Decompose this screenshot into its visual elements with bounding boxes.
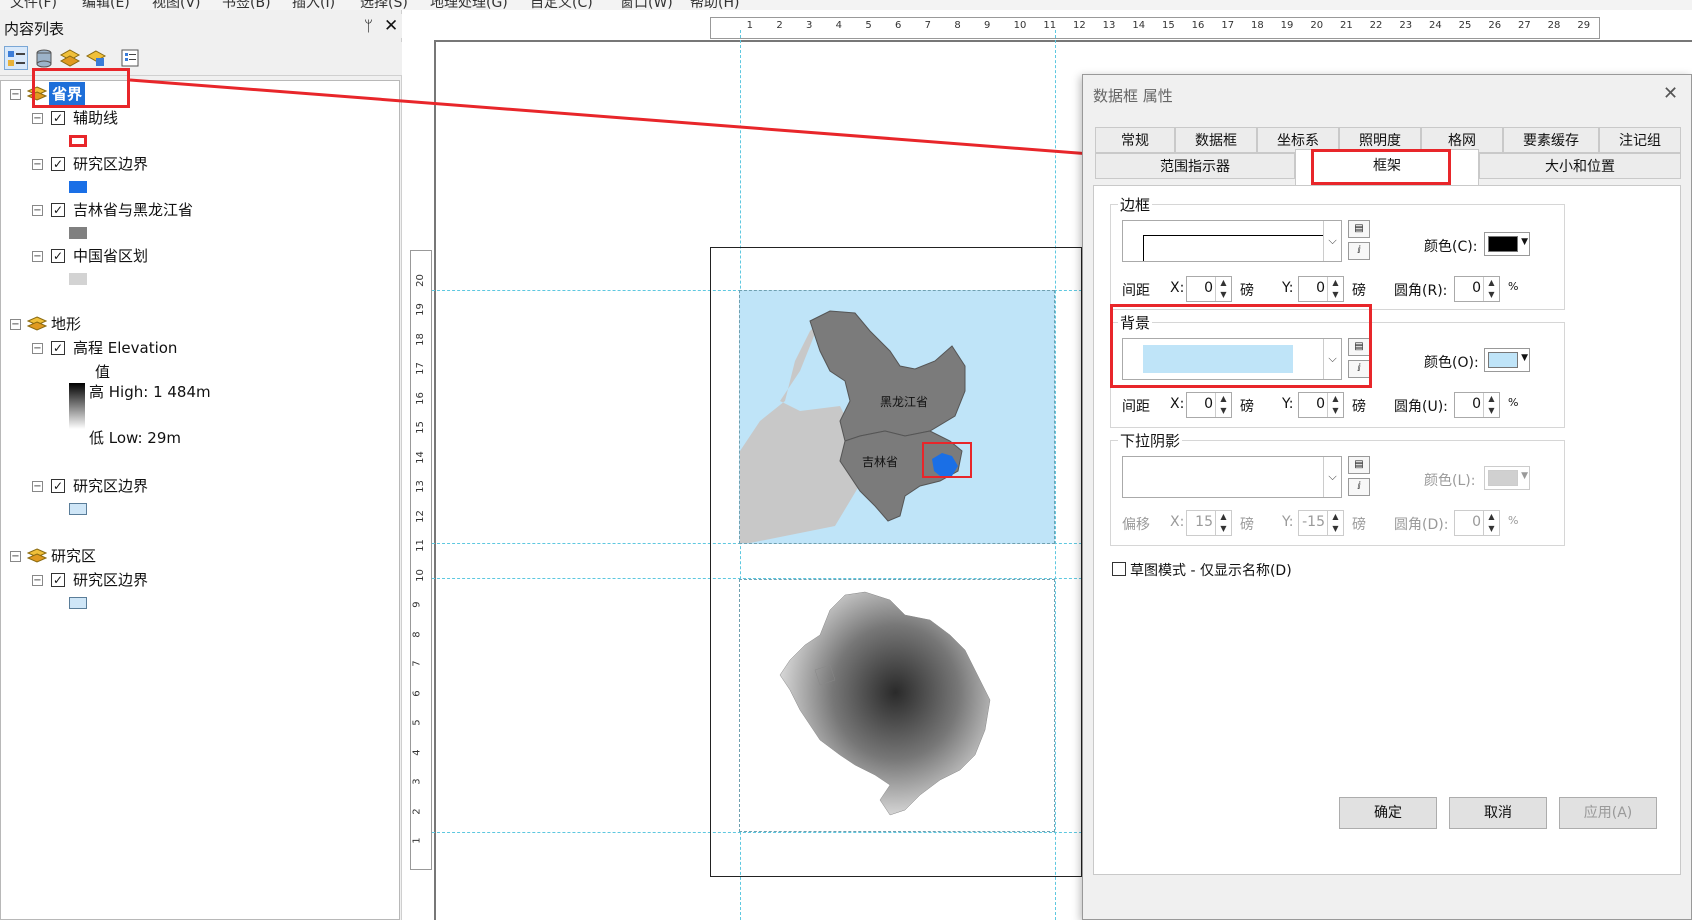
background-unit-y: 磅	[1352, 399, 1366, 415]
spin-updown-icon[interactable]: ▲ ▼	[1327, 277, 1343, 301]
border-group-title: 边框	[1118, 194, 1153, 215]
shadow-offset-label: 偏移	[1122, 517, 1150, 533]
shadow-symbol-selector-icon[interactable]: ▤	[1348, 456, 1370, 474]
border-color-label: 颜色(C):	[1424, 239, 1478, 255]
shadow-corner-value: 0	[1472, 514, 1481, 530]
shadow-y-value: -15	[1302, 514, 1325, 530]
border-y-label: Y:	[1282, 280, 1294, 296]
border-y-value: 0	[1316, 280, 1325, 296]
shadow-unit-x: 磅	[1240, 517, 1254, 533]
border-corner-value: 0	[1472, 280, 1481, 296]
shadow-x-offset-input: 15 ▲ ▼	[1186, 510, 1232, 536]
ok-button[interactable]: 确定	[1339, 797, 1437, 829]
background-gap-label: 间距	[1122, 399, 1150, 415]
shadow-style-combo[interactable]: ⌵	[1122, 456, 1342, 498]
border-symbol-selector-icon[interactable]: ▤	[1348, 220, 1370, 238]
chevron-down-icon: ▼	[1521, 237, 1528, 247]
tab-extent-indicators[interactable]: 范围指示器	[1095, 153, 1295, 179]
border-color-swatch	[1488, 236, 1518, 252]
cancel-button[interactable]: 取消	[1449, 797, 1547, 829]
border-style-combo[interactable]: ⌵	[1122, 220, 1342, 262]
spin-updown-icon[interactable]: ▲ ▼	[1327, 393, 1343, 417]
shadow-color-label: 颜色(L):	[1424, 473, 1476, 489]
background-corner-input[interactable]: 0 ▲ ▼	[1454, 392, 1500, 418]
shadow-color-swatch	[1488, 470, 1518, 486]
spin-updown-icon[interactable]: ▲ ▼	[1215, 393, 1231, 417]
chevron-down-icon[interactable]: ⌵	[1323, 221, 1341, 261]
shadow-corner-input: 0 ▲ ▼	[1454, 510, 1500, 536]
border-corner-label: 圆角(R):	[1394, 283, 1448, 299]
border-gap-label: 间距	[1122, 283, 1150, 299]
tab-general[interactable]: 常规	[1095, 127, 1175, 153]
background-y-value: 0	[1316, 396, 1325, 412]
border-x-label: X:	[1170, 280, 1185, 296]
border-y-gap-input[interactable]: 0 ▲ ▼	[1298, 276, 1344, 302]
background-color-swatch	[1488, 352, 1518, 368]
border-unit-x: 磅	[1240, 283, 1254, 299]
background-x-gap-input[interactable]: 0 ▲ ▼	[1186, 392, 1232, 418]
shadow-x-value: 15	[1195, 514, 1213, 530]
shadow-color-picker: ▼	[1484, 466, 1530, 490]
apply-button[interactable]: 应用(A)	[1559, 797, 1657, 829]
border-properties-icon[interactable]: ⅈ	[1348, 242, 1370, 260]
border-corner-input[interactable]: 0 ▲ ▼	[1454, 276, 1500, 302]
shadow-pct: %	[1508, 514, 1519, 527]
border-x-gap-input[interactable]: 0 ▲ ▼	[1186, 276, 1232, 302]
background-y-label: Y:	[1282, 396, 1294, 412]
spin-updown-icon[interactable]: ▲ ▼	[1215, 277, 1231, 301]
shadow-unit-y: 磅	[1352, 517, 1366, 533]
shadow-corner-label: 圆角(D):	[1394, 517, 1449, 533]
border-color-picker[interactable]: ▼	[1484, 232, 1530, 256]
draft-mode-checkbox[interactable]	[1112, 562, 1126, 576]
border-x-value: 0	[1204, 280, 1213, 296]
tab-annotation-groups[interactable]: 注记组	[1599, 127, 1681, 153]
background-x-value: 0	[1204, 396, 1213, 412]
drop-shadow-group-title: 下拉阴影	[1118, 430, 1183, 451]
background-y-gap-input[interactable]: 0 ▲ ▼	[1298, 392, 1344, 418]
chevron-down-icon[interactable]: ⌵	[1323, 457, 1341, 497]
annotation-box-frame-tab	[1311, 149, 1451, 185]
spin-updown-icon: ▲ ▼	[1327, 511, 1343, 535]
border-pct: %	[1508, 280, 1519, 293]
border-preview	[1143, 235, 1323, 261]
shadow-y-offset-input: -15 ▲ ▼	[1298, 510, 1344, 536]
annotation-box-background	[1110, 304, 1372, 388]
chevron-down-icon: ▼	[1521, 353, 1528, 363]
tab-data-frame[interactable]: 数据框	[1175, 127, 1257, 153]
spin-updown-icon[interactable]: ▲ ▼	[1483, 277, 1499, 301]
tab-feature-cache[interactable]: 要素缓存	[1503, 127, 1599, 153]
dialog-title: 数据框 属性	[1093, 87, 1173, 105]
tab-size-and-position[interactable]: 大小和位置	[1479, 153, 1681, 179]
background-color-label: 颜色(O):	[1424, 355, 1479, 371]
shadow-properties-icon[interactable]: ⅈ	[1348, 478, 1370, 496]
background-corner-value: 0	[1472, 396, 1481, 412]
spin-updown-icon: ▲ ▼	[1215, 511, 1231, 535]
spin-updown-icon[interactable]: ▲ ▼	[1483, 393, 1499, 417]
frame-tab-panel: 边框 ⌵ ▤ ⅈ 颜色(C): ▼ 间距 X: 0 ▲ ▼ 磅 Y: 0 ▲ ▼ 磅 圆…	[1093, 185, 1681, 875]
draft-mode-label[interactable]: 草图模式 - 仅显示名称(D)	[1130, 560, 1292, 580]
shadow-y-label: Y:	[1282, 514, 1294, 530]
background-x-label: X:	[1170, 396, 1185, 412]
annotation-box-layer-group	[32, 68, 130, 108]
chevron-down-icon: ▼	[1521, 471, 1528, 481]
dialog-close-icon[interactable]: ✕	[1663, 83, 1678, 104]
background-pct: %	[1508, 396, 1519, 409]
spin-updown-icon: ▲ ▼	[1483, 511, 1499, 535]
background-corner-label: 圆角(U):	[1394, 399, 1448, 415]
background-unit-x: 磅	[1240, 399, 1254, 415]
shadow-x-label: X:	[1170, 514, 1185, 530]
border-unit-y: 磅	[1352, 283, 1366, 299]
data-frame-properties-dialog: 数据框 属性 ✕ 常规 数据框 坐标系 照明度 格网 要素缓存 注记组 范围指示…	[1082, 74, 1692, 920]
background-color-picker[interactable]: ▼	[1484, 348, 1530, 372]
